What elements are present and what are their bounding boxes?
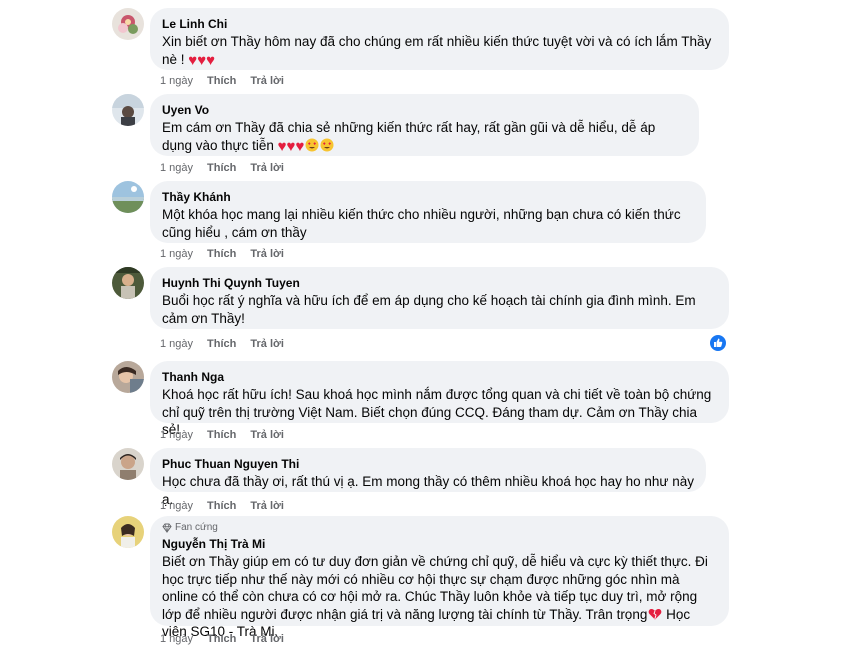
comment-text-body: Biết ơn Thầy giúp em có tư duy đơn giản … <box>162 554 708 622</box>
heart-eyes-emoji <box>305 138 319 151</box>
comment-actions: 1 ngày Thích Trả lời <box>160 161 298 175</box>
comment-bubble: Le Linh Chi Xin biết ơn Thầy hôm nay đã … <box>150 8 729 70</box>
comment-text: Buổi học rất ý nghĩa và hữu ích để em áp… <box>162 293 696 326</box>
comment-timestamp[interactable]: 1 ngày <box>160 337 193 351</box>
comment-text-body: Em cám ơn Thầy đã chia sẻ những kiến thứ… <box>162 120 656 153</box>
red-heart-emoji: ♥ <box>206 51 216 69</box>
red-heart-emoji: ♥ <box>197 51 207 69</box>
heart-eyes-emoji <box>320 138 334 151</box>
comment-actions: 1 ngày Thích Trả lời <box>160 247 298 261</box>
comment-timestamp[interactable]: 1 ngày <box>160 74 193 88</box>
comment-timestamp[interactable]: 1 ngày <box>160 428 193 442</box>
comment-text: Một khóa học mang lại nhiều kiến thức ch… <box>162 207 681 240</box>
comment-bubble: Uyen Vo Em cám ơn Thầy đã chia sẻ những … <box>150 94 699 156</box>
comment-text: Em cám ơn Thầy đã chia sẻ những kiến thứ… <box>162 119 687 154</box>
like-button[interactable]: Thích <box>207 428 236 442</box>
diamond-icon <box>162 523 172 533</box>
comment-author[interactable]: Le Linh Chi <box>162 16 717 32</box>
like-reaction-icon[interactable] <box>709 334 727 352</box>
comment-actions: 1 ngày Thích Trả lời <box>160 337 298 351</box>
reply-button[interactable]: Trả lời <box>250 632 284 646</box>
comment-author[interactable]: Phuc Thuan Nguyen Thi <box>162 456 694 472</box>
comment-bubble: Fan cứng Nguyễn Thị Trà Mi Biết ơn Thầy … <box>150 516 729 639</box>
red-heart-emoji: ♥ <box>286 137 296 155</box>
red-heart-emoji: ♥ <box>295 137 305 155</box>
avatar[interactable] <box>112 8 144 40</box>
comment-timestamp[interactable]: 1 ngày <box>160 161 193 175</box>
like-button[interactable]: Thích <box>207 632 236 646</box>
comment-author[interactable]: Thanh Nga <box>162 369 717 385</box>
avatar[interactable] <box>112 516 144 548</box>
comment-bubble: Thanh Nga Khoá học rất hữu ích! Sau khoá… <box>150 361 729 437</box>
avatar[interactable] <box>112 267 144 299</box>
comment-timestamp[interactable]: 1 ngày <box>160 499 193 513</box>
reply-button[interactable]: Trả lời <box>250 161 284 175</box>
reply-button[interactable]: Trả lời <box>250 428 284 442</box>
reply-button[interactable]: Trả lời <box>250 499 284 513</box>
reply-button[interactable]: Trả lời <box>250 247 284 261</box>
like-button[interactable]: Thích <box>207 499 236 513</box>
comment-actions: 1 ngày Thích Trả lời <box>160 632 298 646</box>
avatar[interactable] <box>112 181 144 213</box>
comment-actions: 1 ngày Thích Trả lời <box>160 74 298 88</box>
like-button[interactable]: Thích <box>207 247 236 261</box>
fan-badge-label: Fan cứng <box>175 522 218 533</box>
comment-author[interactable]: Huynh Thi Quynh Tuyen <box>162 275 717 291</box>
avatar[interactable] <box>112 94 144 126</box>
comment-bubble: Huynh Thi Quynh Tuyen Buổi học rất ý ngh… <box>150 267 729 329</box>
reply-button[interactable]: Trả lời <box>250 337 284 351</box>
like-button[interactable]: Thích <box>207 74 236 88</box>
comment-actions: 1 ngày Thích Trả lời <box>160 499 298 513</box>
comment-bubble: Thầy Khánh Một khóa học mang lại nhiều k… <box>150 181 706 243</box>
comment-actions: 1 ngày Thích Trả lời <box>160 428 298 442</box>
red-heart-emoji: ♥ <box>277 137 287 155</box>
avatar[interactable] <box>112 361 144 393</box>
avatar[interactable] <box>112 448 144 480</box>
like-button[interactable]: Thích <box>207 337 236 351</box>
comment-text: Xin biết ơn Thầy hôm nay đã cho chúng em… <box>162 33 717 68</box>
broken-heart-emoji <box>649 608 662 619</box>
comment-timestamp[interactable]: 1 ngày <box>160 247 193 261</box>
comment-bubble: Phuc Thuan Nguyen Thi Học chưa đã thầy ơ… <box>150 448 706 507</box>
red-heart-emoji: ♥ <box>188 51 198 69</box>
reply-button[interactable]: Trả lời <box>250 74 284 88</box>
comment-author[interactable]: Nguyễn Thị Trà Mi <box>162 536 717 552</box>
like-button[interactable]: Thích <box>207 161 236 175</box>
comment-author[interactable]: Thầy Khánh <box>162 189 694 205</box>
fan-badge: Fan cứng <box>162 521 717 535</box>
comment-text: Biết ơn Thầy giúp em có tư duy đơn giản … <box>162 553 717 641</box>
comment-timestamp[interactable]: 1 ngày <box>160 632 193 646</box>
comment-author[interactable]: Uyen Vo <box>162 102 687 118</box>
comment-text-body: Xin biết ơn Thầy hôm nay đã cho chúng em… <box>162 34 712 67</box>
